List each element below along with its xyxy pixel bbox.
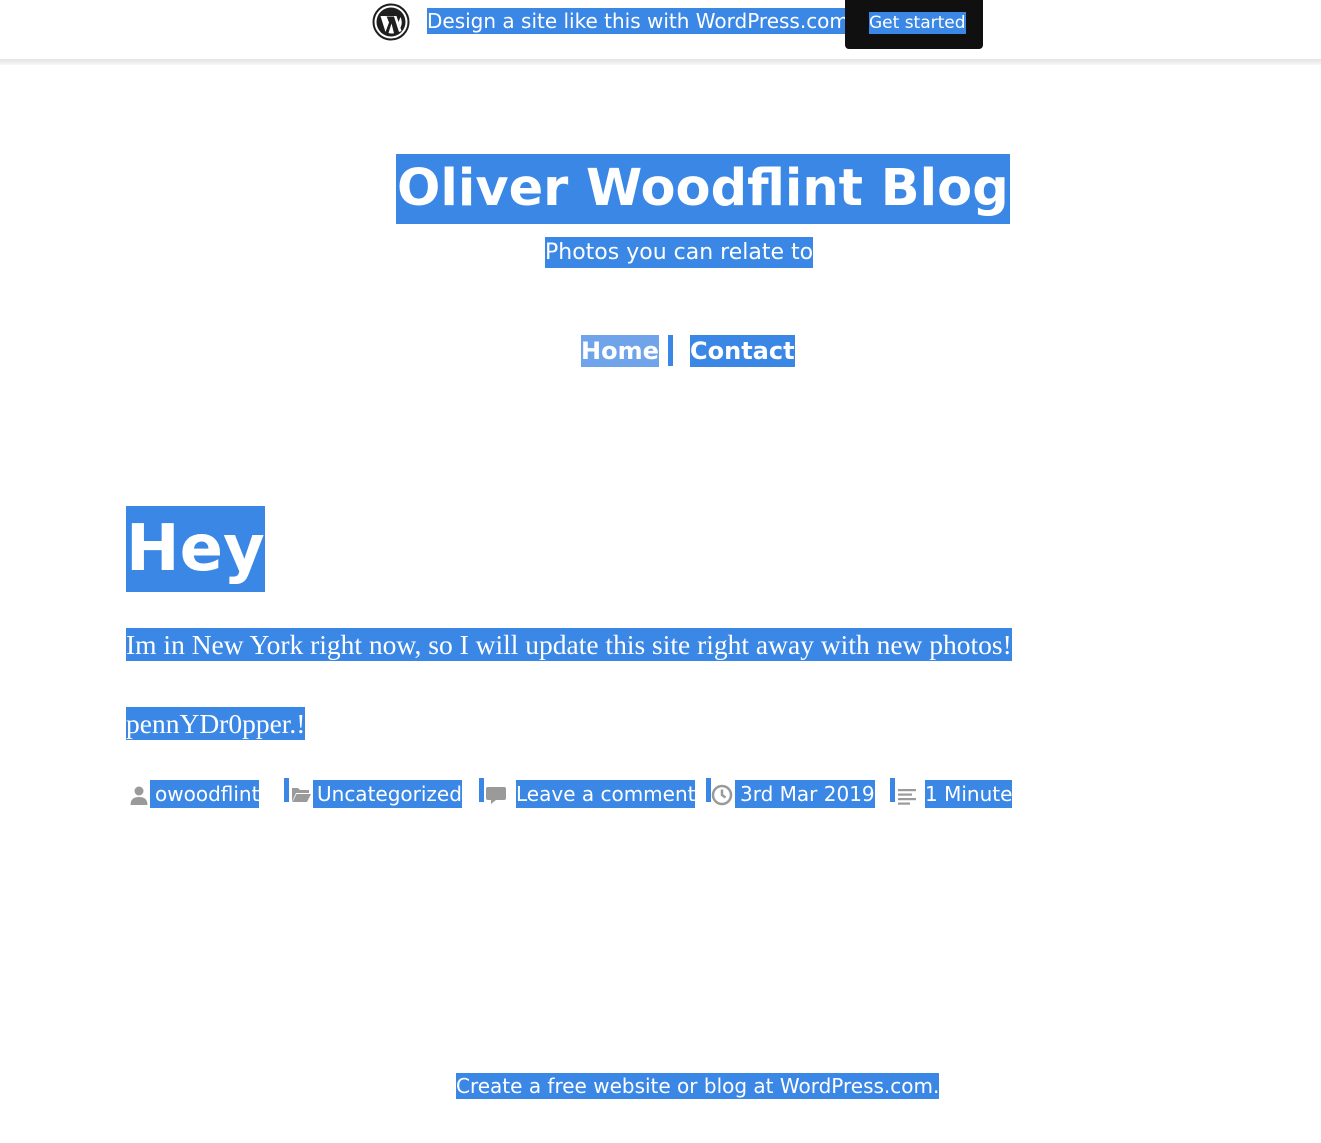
post-author-link[interactable]: owoodflint: [150, 780, 260, 808]
nav-separator: [668, 335, 673, 366]
post-date-link[interactable]: 3rd Mar 2019: [735, 780, 875, 808]
post-paragraph: Im in New York right now, so I will upda…: [126, 628, 1012, 661]
post-comments-link[interactable]: Leave a comment: [516, 780, 696, 808]
promo-bar-shadow: [0, 59, 1321, 65]
nav-item-contact[interactable]: Contact: [690, 335, 795, 367]
post-category-link[interactable]: Uncategorized: [313, 780, 462, 808]
get-started-button[interactable]: Get started: [845, 0, 983, 49]
comment-icon: [486, 787, 506, 804]
clock-icon: [711, 784, 733, 806]
user-icon: [130, 786, 148, 805]
reading-time-icon: [898, 789, 916, 805]
site-title[interactable]: Oliver Woodflint Blog: [396, 154, 1010, 224]
post-paragraph: pennYDr0pper.!: [126, 707, 306, 740]
post-reading-time-label: 1 Minute: [925, 780, 1013, 808]
post-title[interactable]: Hey: [126, 506, 265, 592]
wordpress-promo-bar: Design a site like this with WordPress.c…: [0, 0, 1321, 60]
folder-icon: [292, 788, 311, 802]
nav-item-home[interactable]: Home: [581, 335, 659, 367]
promo-link[interactable]: Design a site like this with WordPress.c…: [427, 8, 849, 34]
wordpress-logo-icon[interactable]: [372, 3, 410, 41]
get-started-label: Get started: [869, 12, 966, 34]
footer-credit-link[interactable]: Create a free website or blog at WordPre…: [456, 1073, 940, 1099]
site-tagline: Photos you can relate to: [545, 237, 814, 268]
